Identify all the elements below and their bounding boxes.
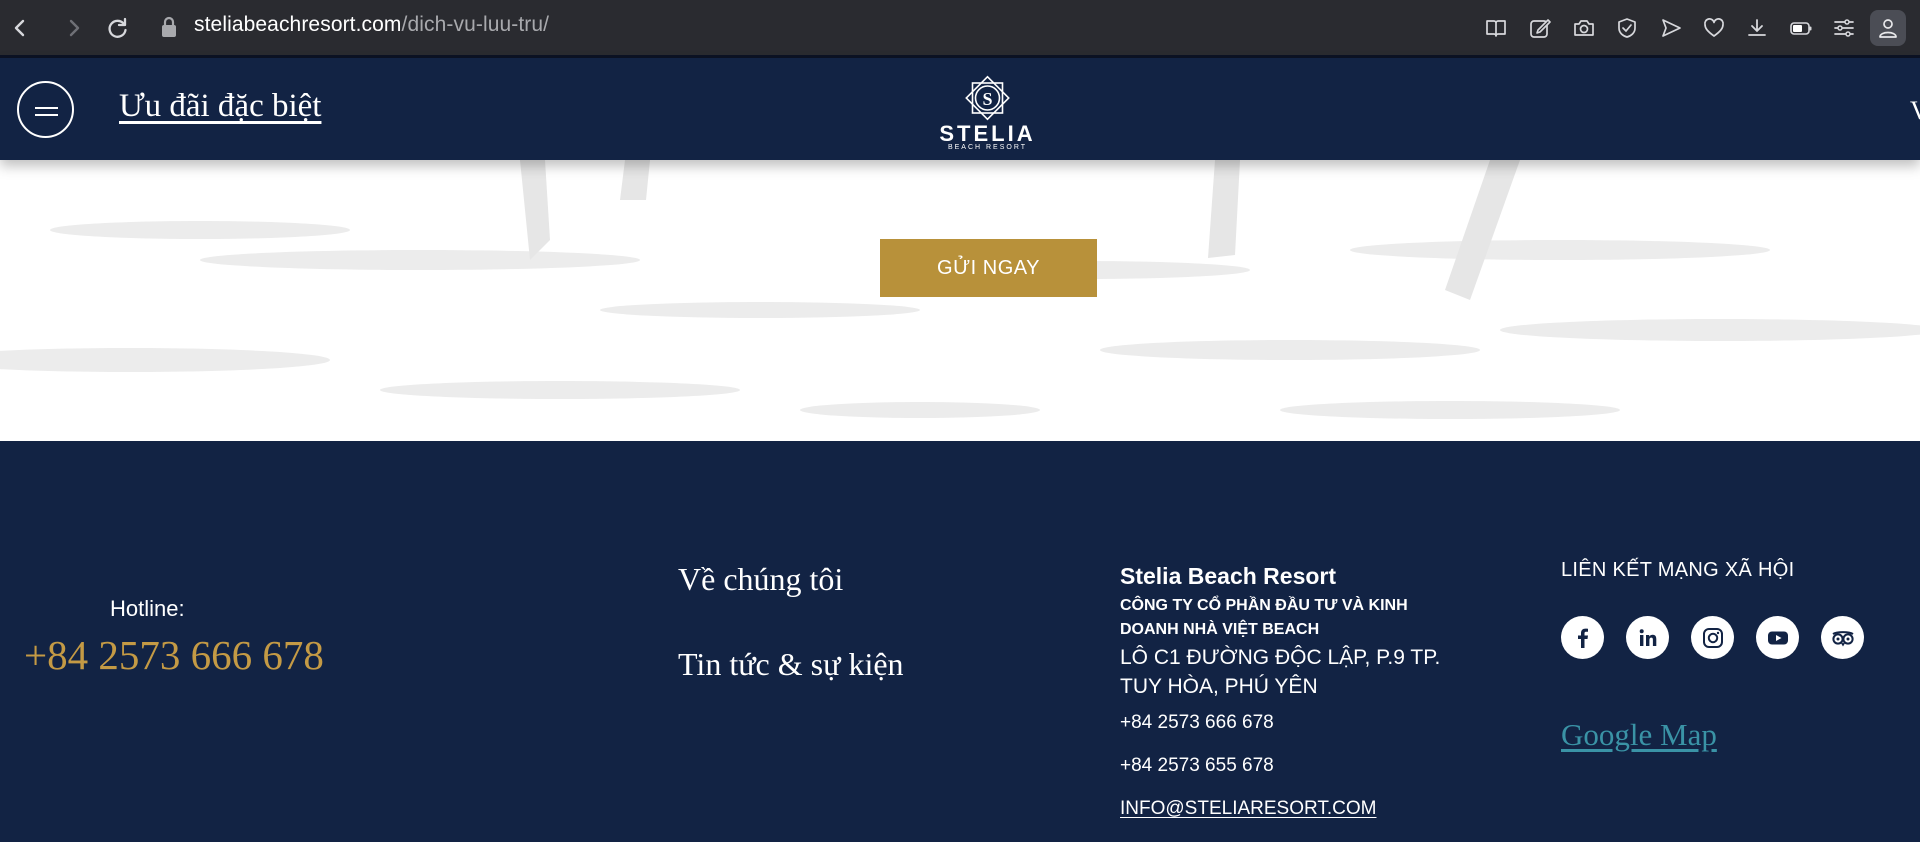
about-us-link[interactable]: Về chúng tôi — [678, 561, 843, 598]
company-email-link[interactable]: INFO@STELIARESORT.COM — [1120, 796, 1460, 822]
facebook-icon[interactable] — [1561, 616, 1604, 659]
company-legal-name: CÔNG TY CỔ PHẦN ĐẦU TƯ VÀ KINH DOANH NHÀ… — [1120, 597, 1408, 638]
back-icon[interactable] — [6, 14, 34, 42]
send-now-button[interactable]: GỬI NGAY — [880, 239, 1097, 297]
browser-toolbar: steliabeachresort.com/dich-vu-luu-tru/ — [0, 0, 1920, 55]
logo-subtitle: BEACH RESORT — [947, 144, 1028, 151]
hotline-number-link[interactable]: +84 2573 666 678 — [24, 631, 324, 679]
google-map-link[interactable]: Google Map — [1561, 717, 1717, 753]
linkedin-icon[interactable] — [1626, 616, 1669, 659]
address-bar[interactable]: steliabeachresort.com/dich-vu-luu-tru/ — [194, 13, 549, 37]
heart-icon[interactable] — [1699, 13, 1729, 43]
profile-icon[interactable] — [1870, 10, 1906, 46]
company-phone-2[interactable]: +84 2573 655 678 — [1120, 753, 1460, 779]
forward-icon[interactable] — [60, 14, 88, 42]
shield-icon[interactable] — [1612, 13, 1642, 43]
header-clipped-text: V — [1910, 96, 1920, 125]
company-contact-block: Stelia Beach Resort CÔNG TY CỔ PHẦN ĐẦU … — [1120, 561, 1460, 822]
camera-icon[interactable] — [1569, 13, 1599, 43]
news-events-link[interactable]: Tin tức & sự kiện — [678, 646, 904, 683]
hamburger-menu-button[interactable] — [17, 81, 74, 138]
youtube-icon[interactable] — [1756, 616, 1799, 659]
company-name: Stelia Beach Resort — [1120, 563, 1337, 589]
special-offers-link[interactable]: Ưu đãi đặc biệt — [119, 88, 321, 125]
site-header: Ưu đãi đặc biệt S STELIA BEACH RESORT V — [0, 58, 1920, 160]
social-links-title: LIÊN KẾT MẠNG XÃ HỘI — [1561, 559, 1795, 581]
lock-icon — [160, 16, 178, 38]
edit-icon[interactable] — [1525, 13, 1555, 43]
battery-icon[interactable] — [1786, 13, 1816, 43]
form-section: GỬI NGAY — [0, 160, 1920, 441]
company-address: LÔ C1 ĐƯỜNG ĐỘC LẬP, P.9 TP. TUY HÒA, PH… — [1120, 646, 1441, 698]
send-icon[interactable] — [1656, 13, 1686, 43]
menu-line-icon — [35, 107, 58, 109]
instagram-icon[interactable] — [1691, 616, 1734, 659]
menu-line-icon — [35, 114, 58, 116]
menu-lines-icon[interactable] — [1829, 13, 1859, 43]
url-domain: steliabeachresort.com — [194, 13, 402, 36]
svg-text:S: S — [982, 89, 992, 109]
tripadvisor-icon[interactable] — [1821, 616, 1864, 659]
url-path: /dich-vu-luu-tru/ — [401, 13, 550, 36]
reload-icon[interactable] — [104, 14, 132, 42]
company-phone-1[interactable]: +84 2573 666 678 — [1120, 710, 1460, 736]
reader-icon[interactable] — [1481, 13, 1511, 43]
site-footer: Hotline: +84 2573 666 678 Về chúng tôi T… — [0, 441, 1920, 842]
palm-sketch-background — [0, 160, 1920, 419]
hotline-label: Hotline: — [110, 596, 185, 621]
download-icon[interactable] — [1742, 13, 1772, 43]
